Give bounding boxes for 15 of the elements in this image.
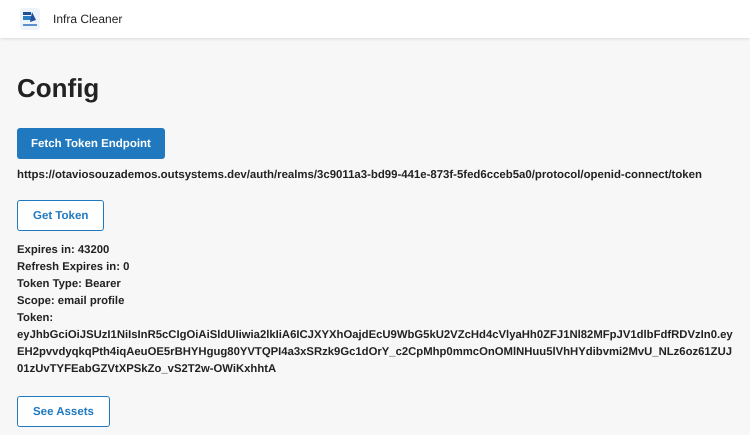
logo-icon: [20, 8, 40, 30]
app-name: Infra Cleaner: [53, 12, 122, 26]
token-info-text: Token Type: Bearer: [17, 277, 122, 292]
page-title: Config: [17, 75, 100, 101]
fetch-token-endpoint-button[interactable]: Fetch Token Endpoint: [17, 128, 165, 159]
see-assets-button[interactable]: See Assets: [17, 396, 110, 427]
endpoint-url: https://otaviosouzademos.outsystems.dev/auth/realms/3c9011a3-bd99-441e-873f-5fed6cceb5a0/protocol/openid-connect/token: [17, 169, 703, 181]
token-text: 01zUvTYFEabGZVtXPSkZo_vS2T2w-OWiKxhhtA: [17, 362, 278, 377]
get-token-button[interactable]: Get Token: [17, 200, 104, 231]
token-text: EH2pvvdyqkqPth4iqAeuOE5rBHYHgug80YVTQPI4a3xSRzk9Gc1dOrY_c2CpMhp0mmcOnOMlNHuu5lVhHYdibvmi2MvU_NLz6oz61ZUJ: [17, 345, 733, 360]
token-info-text: Scope: email profile: [17, 294, 126, 309]
token-info-text: Refresh Expires in: 0: [17, 260, 130, 275]
token-info-text: Token:: [17, 311, 54, 326]
token-text: eyJhbGciOiJSUzI1NiIsInR5cCIgOiAiSldUIiwia2lkIiA6ICJXYXhOajdEcU9WbG5kU2VZcHd4cVlyaHh0ZFJ1Nl82MFpJV1dlbFdfRDVzIn0.ey: [17, 328, 733, 343]
token-info-text: Expires in: 43200: [17, 243, 110, 258]
